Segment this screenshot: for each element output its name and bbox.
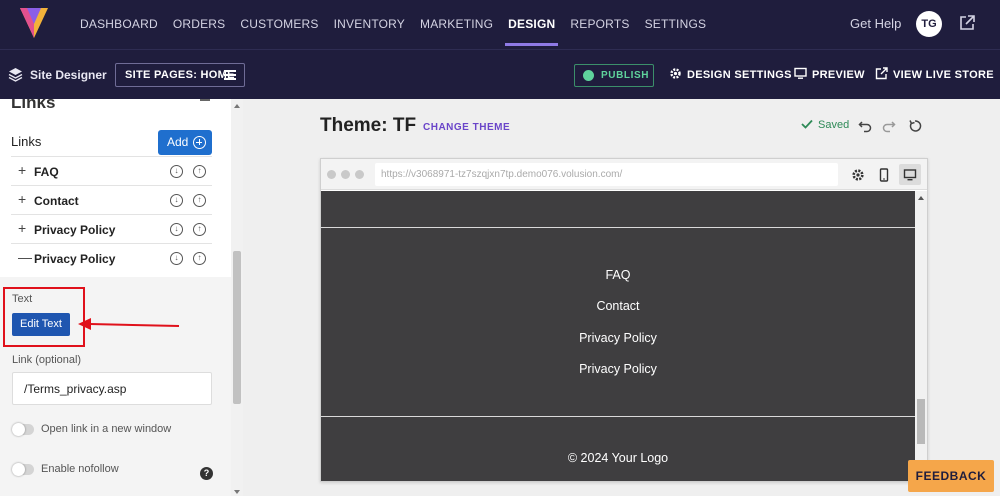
preview-label: PREVIEW xyxy=(812,69,865,81)
publish-button[interactable]: PUBLISH xyxy=(574,64,654,87)
site-pages-label: SITE PAGES: HOME xyxy=(125,69,235,81)
arrow-down-circle-icon[interactable]: ↓ xyxy=(170,194,183,207)
arrow-down-circle-icon[interactable]: ↓ xyxy=(170,165,183,178)
nofollow-toggle[interactable] xyxy=(12,463,34,476)
arrow-up-circle-icon[interactable]: ↑ xyxy=(193,252,206,265)
add-label: Add xyxy=(167,135,189,149)
nav-settings[interactable]: SETTINGS xyxy=(645,0,707,49)
expand-icon[interactable]: + xyxy=(18,191,26,207)
view-live-store-label: VIEW LIVE STORE xyxy=(893,69,994,81)
nav-customers[interactable]: CUSTOMERS xyxy=(240,0,318,49)
design-settings-button[interactable]: DESIGN SETTINGS xyxy=(670,68,792,81)
links-editor-panel: Links Links Add + FAQ ↓ ↑ + Contact ↓ ↑ … xyxy=(0,99,243,496)
main-nav: DASHBOARD ORDERS CUSTOMERS INVENTORY MAR… xyxy=(80,0,721,49)
add-link-button[interactable]: Add xyxy=(158,130,212,155)
panel-title: Links xyxy=(11,99,56,112)
link-item-contact[interactable]: + Contact ↓ ↑ xyxy=(11,185,212,214)
undo-icon[interactable] xyxy=(858,119,872,133)
monitor-icon xyxy=(794,67,807,79)
link-item-label: FAQ xyxy=(34,165,59,179)
preview-scrollbar-thumb[interactable] xyxy=(917,399,925,444)
scroll-up-icon[interactable] xyxy=(234,104,240,108)
open-new-window-label: Open link in a new window xyxy=(41,423,172,435)
expand-icon[interactable]: + xyxy=(18,162,26,178)
link-item-label: Privacy Policy xyxy=(34,252,116,266)
link-item-label: Contact xyxy=(34,194,79,208)
feedback-button[interactable]: FEEDBACK xyxy=(908,460,994,492)
get-help-link[interactable]: Get Help xyxy=(850,16,901,31)
question-icon[interactable]: ? xyxy=(200,467,213,480)
link-item-faq[interactable]: + FAQ ↓ ↑ xyxy=(11,156,212,185)
plus-circle-icon xyxy=(193,136,206,149)
url-bar: https://v3068971-tz7szqjxn7tp.demo076.vo… xyxy=(375,163,838,186)
saved-status: Saved xyxy=(818,119,850,131)
logo-icon[interactable] xyxy=(18,6,50,40)
change-theme-link[interactable]: CHANGE THEME xyxy=(423,122,510,133)
browser-chrome: https://v3068971-tz7szqjxn7tp.demo076.vo… xyxy=(321,159,927,190)
site-preview-frame: https://v3068971-tz7szqjxn7tp.demo076.vo… xyxy=(320,158,928,482)
window-dot xyxy=(341,170,350,179)
arrow-up-circle-icon[interactable]: ↑ xyxy=(193,165,206,178)
check-icon xyxy=(801,119,813,129)
link-url-input[interactable] xyxy=(12,372,212,405)
footer-copyright: © 2024 Your Logo xyxy=(567,451,669,465)
collapse-icon[interactable]: — xyxy=(18,249,32,265)
footer-link-privacy-policy[interactable]: Privacy Policy xyxy=(321,331,915,345)
footer-link-contact[interactable]: Contact xyxy=(321,299,915,313)
nav-dashboard[interactable]: DASHBOARD xyxy=(80,0,158,49)
collapse-icon[interactable] xyxy=(200,99,210,101)
publish-icon xyxy=(583,70,594,81)
theme-title: Theme: TF xyxy=(320,115,417,136)
arrow-down-circle-icon[interactable]: ↓ xyxy=(170,223,183,236)
nav-reports[interactable]: REPORTS xyxy=(570,0,629,49)
preview-button[interactable]: PREVIEW xyxy=(794,67,865,81)
divider xyxy=(321,416,915,417)
highlight-box xyxy=(3,287,85,347)
design-settings-label: DESIGN SETTINGS xyxy=(687,69,792,81)
site-designer-title: Site Designer xyxy=(30,68,107,82)
nav-design[interactable]: DESIGN xyxy=(505,0,559,49)
nav-marketing[interactable]: MARKETING xyxy=(420,0,493,49)
footer-link-privacy-policy[interactable]: Privacy Policy xyxy=(321,362,915,376)
window-dot xyxy=(327,170,336,179)
site-pages-dropdown[interactable]: SITE PAGES: HOME xyxy=(115,63,245,87)
panel-scrollbar-thumb[interactable] xyxy=(233,251,241,404)
arrow-up-circle-icon[interactable]: ↑ xyxy=(193,194,206,207)
hamburger-icon xyxy=(224,70,236,80)
external-link-icon[interactable] xyxy=(958,14,976,32)
window-dot xyxy=(355,170,364,179)
link-item-privacy-policy[interactable]: + Privacy Policy ↓ ↑ xyxy=(11,214,212,243)
gear-icon[interactable] xyxy=(847,164,869,185)
site-footer-preview: FAQ Contact Privacy Policy Privacy Polic… xyxy=(321,191,915,481)
arrow-up-circle-icon[interactable]: ↑ xyxy=(193,223,206,236)
nav-inventory[interactable]: INVENTORY xyxy=(334,0,405,49)
refresh-icon[interactable] xyxy=(908,119,922,133)
designer-toolbar: Site Designer SITE PAGES: HOME PUBLISH D… xyxy=(0,49,1000,99)
scroll-down-icon[interactable] xyxy=(234,490,240,494)
scroll-up-icon[interactable] xyxy=(918,196,924,200)
expand-icon[interactable]: + xyxy=(18,220,26,236)
divider xyxy=(321,227,915,228)
mobile-icon[interactable] xyxy=(873,164,895,185)
view-live-store-button[interactable]: VIEW LIVE STORE xyxy=(875,67,994,81)
link-item-privacy-policy-expanded[interactable]: — Privacy Policy ↓ ↑ xyxy=(11,243,212,272)
link-field-label: Link (optional) xyxy=(12,354,82,366)
link-item-label: Privacy Policy xyxy=(34,223,116,237)
open-new-window-toggle[interactable] xyxy=(12,423,34,436)
redo-icon[interactable] xyxy=(882,119,896,133)
layers-icon xyxy=(8,68,23,82)
gear-icon xyxy=(670,68,681,79)
arrow-down-circle-icon[interactable]: ↓ xyxy=(170,252,183,265)
nav-orders[interactable]: ORDERS xyxy=(173,0,226,49)
nofollow-label: Enable nofollow xyxy=(41,463,119,475)
monitor-icon[interactable] xyxy=(899,164,921,185)
avatar[interactable]: TG xyxy=(916,11,942,37)
footer-link-faq[interactable]: FAQ xyxy=(321,268,915,282)
links-section-label: Links xyxy=(11,134,42,149)
annotation-arrow-icon xyxy=(78,318,180,330)
external-link-icon xyxy=(875,67,888,80)
publish-label: PUBLISH xyxy=(601,70,650,81)
top-nav: DASHBOARD ORDERS CUSTOMERS INVENTORY MAR… xyxy=(0,0,1000,49)
